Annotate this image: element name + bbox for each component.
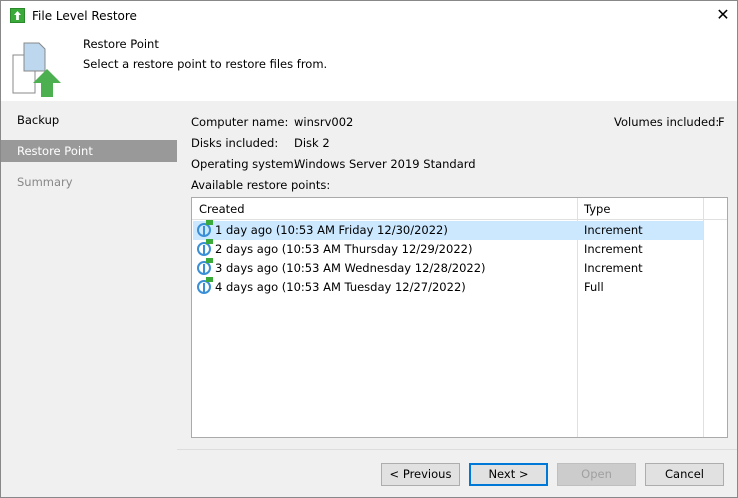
header-subtitle: Select a restore point to restore files … [83,57,328,71]
next-button[interactable]: Next > [469,463,548,486]
created-cell: 1 day ago (10:53 AM Friday 12/30/2022) [215,223,448,237]
column-created[interactable]: Created [199,202,245,216]
column-divider [703,198,704,437]
file-level-restore-dialog: File Level Restore ✕ Restore Point Selec… [0,0,738,498]
restore-point-icon [197,258,213,275]
app-icon [10,8,25,23]
computer-name-value: winsrv002 [294,115,354,129]
created-cell: 4 days ago (10:53 AM Tuesday 12/27/2022) [215,280,466,294]
table-row[interactable]: 3 days ago (10:53 AM Wednesday 12/28/202… [193,258,703,278]
wizard-steps: Backup Restore Point Summary [1,101,177,447]
header-title: Restore Point [83,37,159,51]
os-value: Windows Server 2019 Standard [294,157,476,171]
wizard-header: Restore Point Select a restore point to … [1,31,737,101]
table-row[interactable]: 4 days ago (10:53 AM Tuesday 12/27/2022)… [193,277,703,297]
list-header: Created Type [192,198,727,220]
close-button[interactable]: ✕ [711,4,735,26]
volumes-value: F [718,115,725,129]
os-label: Operating system: [191,157,298,171]
title-bar: File Level Restore ✕ [1,1,737,31]
step-summary: Summary [17,175,73,189]
open-button: Open [557,463,636,486]
restore-files-icon [12,42,61,97]
restore-points-list[interactable]: Created Type 1 day ago (10:53 AM Friday … [191,197,728,438]
type-cell: Increment [584,242,643,256]
created-cell: 2 days ago (10:53 AM Thursday 12/29/2022… [215,242,473,256]
available-label: Available restore points: [191,178,331,192]
previous-button[interactable]: < Previous [381,463,460,486]
volumes-label: Volumes included: [614,115,720,129]
computer-name-label: Computer name: [191,115,289,129]
column-type[interactable]: Type [584,202,610,216]
window-title: File Level Restore [32,9,137,23]
type-cell: Increment [584,261,643,275]
step-restore-point[interactable]: Restore Point [1,140,177,162]
footer-divider [177,449,737,450]
restore-point-icon [197,239,213,256]
disks-value: Disk 2 [294,136,330,150]
step-backup[interactable]: Backup [1,109,177,131]
cancel-button[interactable]: Cancel [645,463,724,486]
disks-label: Disks included: [191,136,279,150]
created-cell: 3 days ago (10:53 AM Wednesday 12/28/202… [215,261,486,275]
type-cell: Full [584,280,604,294]
table-row[interactable]: 2 days ago (10:53 AM Thursday 12/29/2022… [193,239,703,259]
type-cell: Increment [584,223,643,237]
restore-point-icon [197,277,213,294]
table-row[interactable]: 1 day ago (10:53 AM Friday 12/30/2022) In… [193,220,703,240]
restore-point-icon [197,220,213,237]
